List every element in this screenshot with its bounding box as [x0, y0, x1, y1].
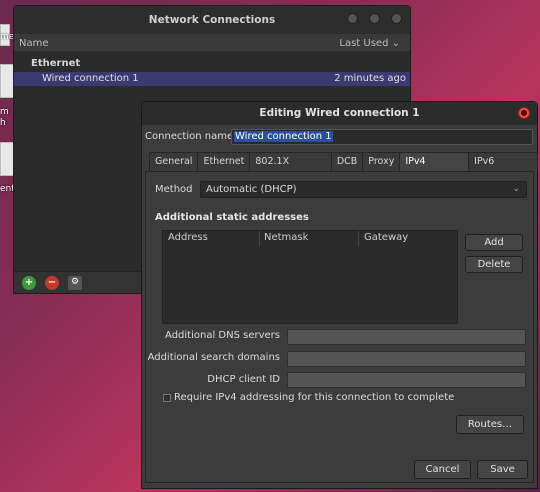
connection-name-input[interactable]: Wired connection 1	[231, 129, 533, 145]
tab-bar: General Ethernet 802.1X Security DCB Pro…	[149, 152, 538, 185]
search-domains-label: Additional search domains	[147, 352, 280, 363]
connection-name-label: Connection name	[145, 131, 234, 142]
cancel-button[interactable]: Cancel	[414, 460, 471, 479]
list-header: Name Last Used ⌄	[14, 34, 410, 52]
minimize-icon[interactable]	[347, 13, 358, 24]
dns-servers-input[interactable]	[287, 329, 526, 345]
routes-button[interactable]: Routes…	[456, 415, 524, 434]
desktop-file-icon[interactable]	[0, 64, 14, 98]
dns-servers-label: Additional DNS servers	[165, 330, 280, 341]
close-icon[interactable]	[391, 13, 402, 24]
column-header-netmask[interactable]: Netmask	[260, 231, 359, 246]
add-address-button[interactable]: Add	[465, 234, 523, 251]
delete-address-button[interactable]: Delete	[465, 256, 523, 273]
dialog-title: Editing Wired connection 1	[259, 107, 420, 119]
column-header-last-used[interactable]: Last Used ⌄	[339, 38, 400, 49]
save-button[interactable]: Save	[477, 460, 528, 479]
column-header-gateway[interactable]: Gateway	[359, 231, 458, 246]
chevron-down-icon: ⌄	[512, 184, 520, 194]
tab-general[interactable]: General	[149, 152, 199, 171]
column-header-name[interactable]: Name	[19, 38, 49, 49]
method-select[interactable]: Automatic (DHCP) ⌄	[200, 181, 527, 198]
desktop-icon-label: m	[0, 107, 9, 117]
connection-name: Wired connection 1	[42, 73, 139, 84]
window-titlebar[interactable]: Network Connections	[14, 6, 410, 34]
connection-last-used: 2 minutes ago	[334, 73, 406, 84]
group-ethernet: Ethernet	[31, 58, 81, 69]
remove-icon[interactable]: −	[45, 276, 59, 290]
maximize-icon[interactable]	[369, 13, 380, 24]
edit-connection-dialog: Editing Wired connection 1 ● Connection …	[141, 101, 538, 489]
tab-ethernet[interactable]: Ethernet	[197, 152, 251, 171]
column-header-address[interactable]: Address	[163, 231, 260, 246]
chevron-down-icon: ⌄	[391, 38, 400, 49]
desktop-file-icon[interactable]	[0, 142, 14, 176]
ipv4-settings-panel: Method Automatic (DHCP) ⌄ Additional sta…	[145, 171, 534, 483]
tab-dcb[interactable]: DCB	[330, 152, 364, 171]
connection-row[interactable]: Wired connection 1 2 minutes ago	[14, 72, 410, 86]
tab-8021x-security[interactable]: 802.1X Security	[249, 152, 332, 185]
close-icon[interactable]: ●	[518, 107, 530, 119]
settings-icon[interactable]: ⚙	[68, 276, 82, 290]
tab-ipv4-settings[interactable]: IPv4 Settings	[399, 152, 470, 185]
dhcp-client-id-label: DHCP client ID	[207, 374, 280, 385]
static-addresses-heading: Additional static addresses	[155, 212, 309, 223]
desktop-icon-label: h	[0, 118, 6, 128]
method-label: Method	[155, 184, 193, 195]
window-title: Network Connections	[148, 14, 276, 26]
dhcp-client-id-input[interactable]	[287, 372, 526, 388]
search-domains-input[interactable]	[287, 351, 526, 367]
require-ipv4-label: Require IPv4 addressing for this connect…	[174, 392, 455, 403]
require-ipv4-checkbox[interactable]	[163, 394, 171, 402]
static-addresses-table[interactable]: Address Netmask Gateway	[162, 230, 458, 324]
dialog-titlebar[interactable]: Editing Wired connection 1 ●	[142, 102, 537, 125]
add-icon[interactable]: +	[22, 276, 36, 290]
tab-proxy[interactable]: Proxy	[362, 152, 401, 171]
tab-ipv6-settings[interactable]: IPv6 Settings	[468, 152, 538, 185]
